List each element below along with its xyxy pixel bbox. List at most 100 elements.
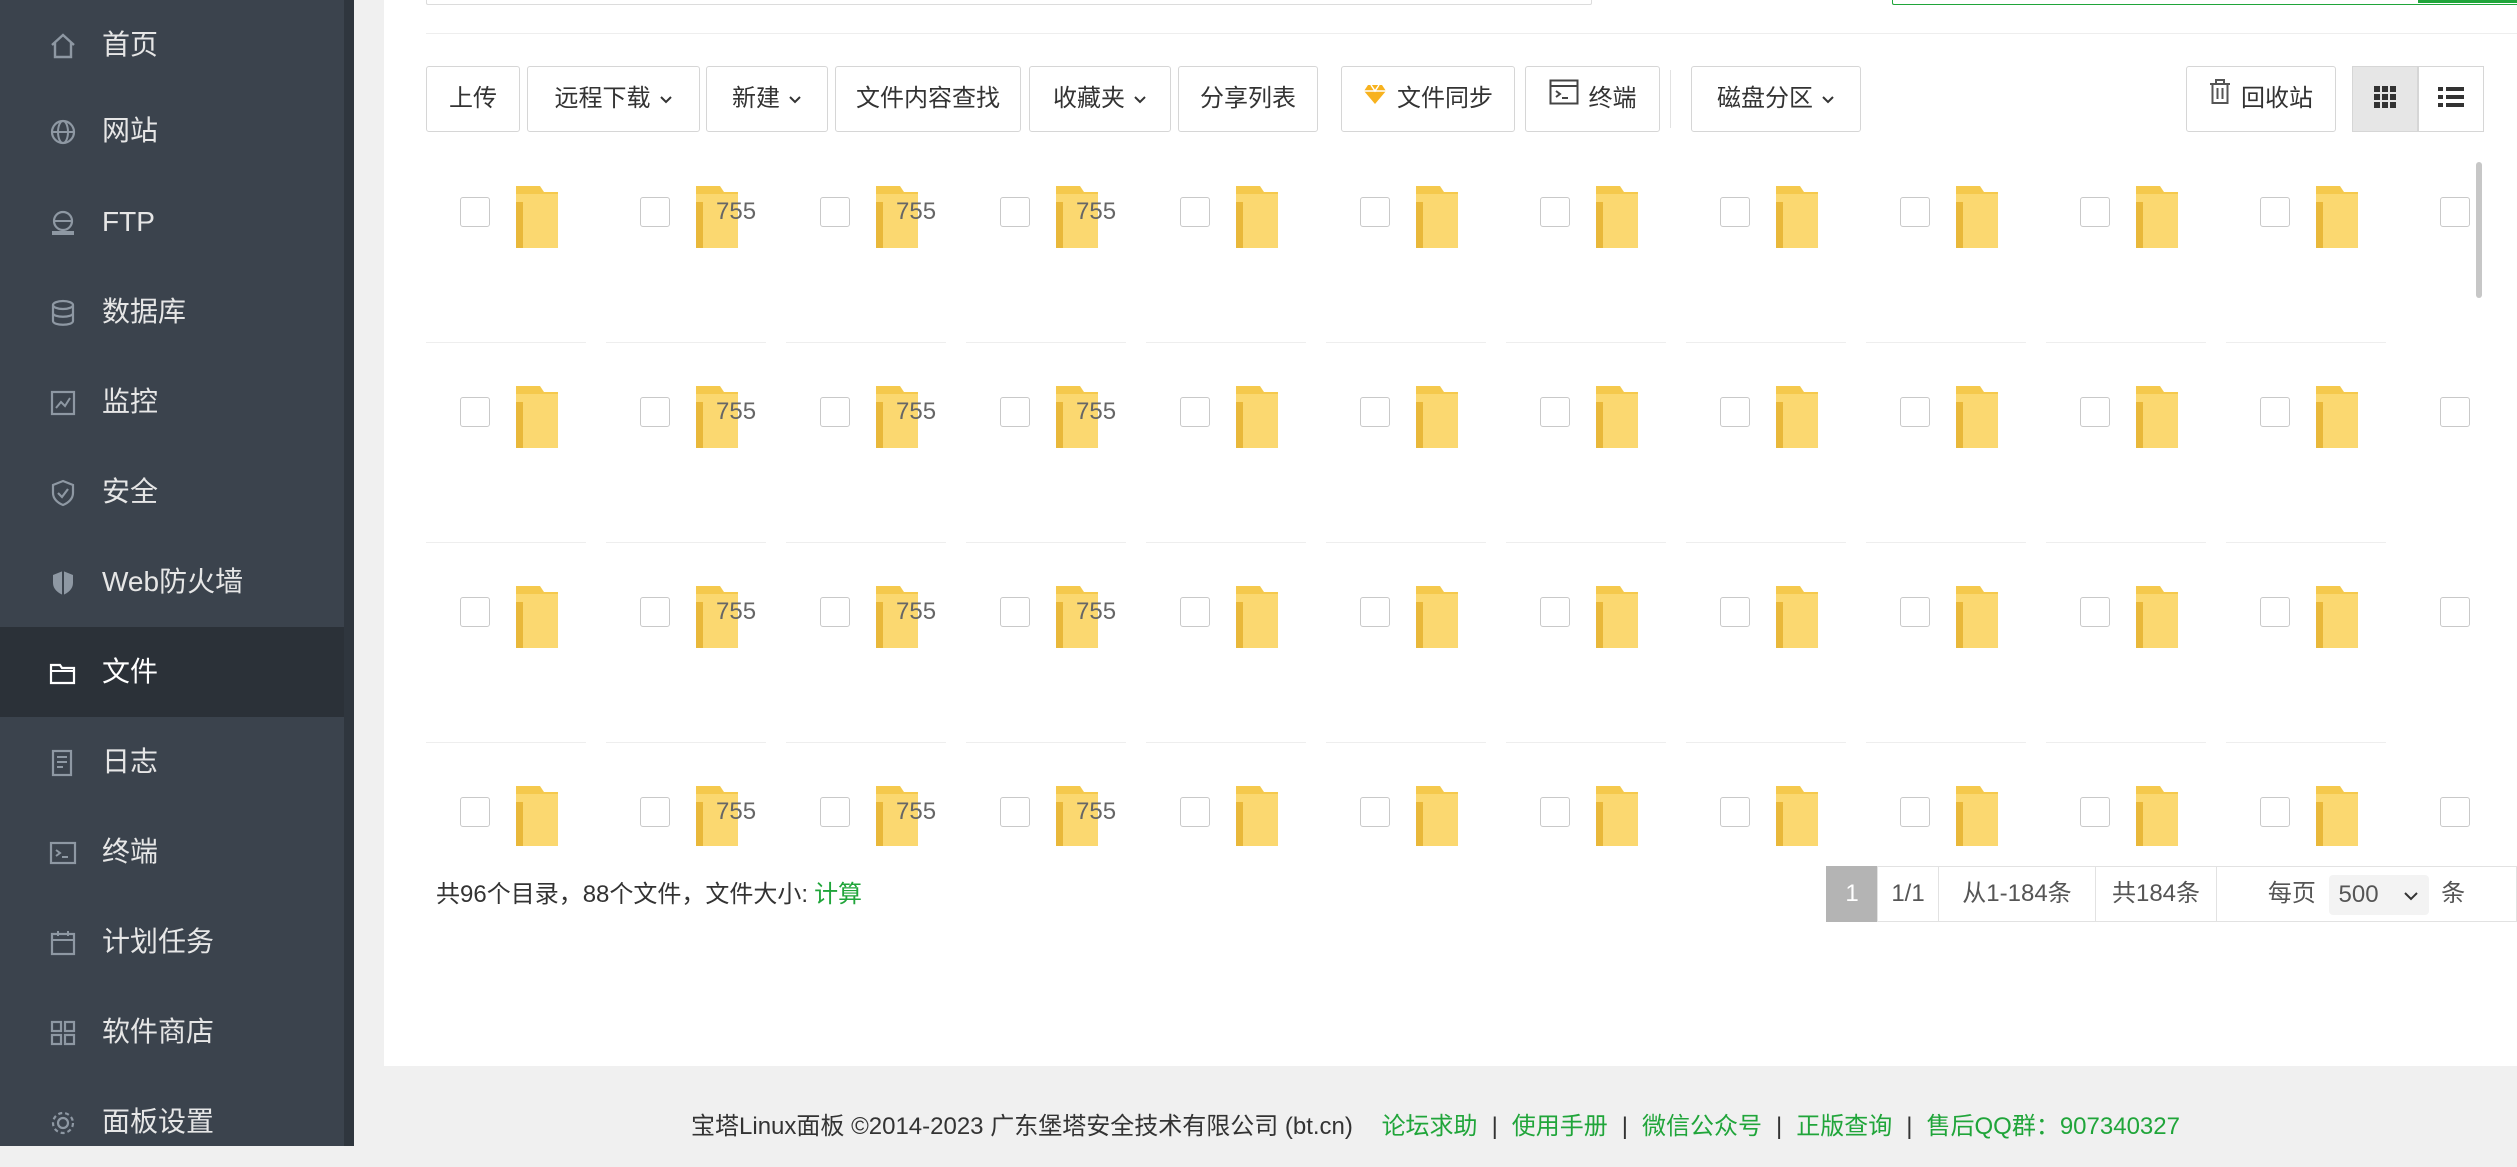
folder-icon[interactable]	[1774, 782, 1820, 846]
file-checkbox[interactable]	[640, 797, 670, 827]
file-item[interactable]	[1506, 362, 1686, 562]
file-checkbox[interactable]	[820, 397, 850, 427]
disk-partition-button[interactable]: 磁盘分区	[1691, 66, 1861, 132]
file-checkbox[interactable]	[2440, 197, 2470, 227]
file-item[interactable]	[1146, 362, 1326, 562]
folder-icon[interactable]	[514, 182, 560, 250]
file-checkbox[interactable]	[460, 797, 490, 827]
file-checkbox[interactable]	[1180, 397, 1210, 427]
file-item[interactable]	[2226, 562, 2406, 762]
file-item[interactable]	[2046, 162, 2226, 362]
file-item[interactable]	[1686, 562, 1866, 762]
file-item[interactable]	[1866, 562, 2046, 762]
sidebar-item-ftp[interactable]: FTP	[0, 177, 344, 267]
file-checkbox[interactable]	[1180, 197, 1210, 227]
remote-download-button[interactable]: 远程下载	[527, 66, 700, 132]
sidebar-item-settings[interactable]: 面板设置	[0, 1077, 344, 1167]
file-item[interactable]: 755	[966, 562, 1146, 762]
folder-icon[interactable]	[1774, 382, 1820, 450]
sidebar-item-files[interactable]: 文件	[0, 627, 344, 717]
file-item[interactable]	[1326, 162, 1506, 362]
folder-icon[interactable]	[1774, 182, 1820, 250]
file-checkbox[interactable]	[820, 597, 850, 627]
file-checkbox[interactable]	[820, 197, 850, 227]
file-item[interactable]	[1146, 762, 1326, 846]
forum-link[interactable]: 论坛求助	[1382, 1113, 1478, 1140]
file-checkbox[interactable]	[1000, 797, 1030, 827]
file-checkbox[interactable]	[2260, 197, 2290, 227]
search-button[interactable]	[2418, 0, 2517, 3]
folder-icon[interactable]	[2134, 582, 2180, 650]
file-checkbox[interactable]	[460, 597, 490, 627]
file-item[interactable]	[2226, 362, 2406, 562]
file-item[interactable]	[1686, 362, 1866, 562]
file-item[interactable]	[1686, 162, 1866, 362]
grid-scrollbar[interactable]	[2476, 162, 2482, 298]
file-item[interactable]	[426, 362, 606, 562]
file-checkbox[interactable]	[2080, 597, 2110, 627]
sidebar-item-security[interactable]: 安全	[0, 447, 344, 537]
favorites-button[interactable]: 收藏夹	[1029, 66, 1171, 132]
file-item[interactable]: 755	[966, 762, 1146, 846]
file-checkbox[interactable]	[1720, 797, 1750, 827]
file-item[interactable]	[2046, 362, 2226, 562]
sidebar-item-database[interactable]: 数据库	[0, 267, 344, 357]
file-checkbox[interactable]	[460, 397, 490, 427]
file-item[interactable]	[426, 762, 606, 846]
file-checkbox[interactable]	[1900, 597, 1930, 627]
file-checkbox[interactable]	[1180, 797, 1210, 827]
file-checkbox[interactable]	[1900, 197, 1930, 227]
recycle-bin-button[interactable]: 回收站	[2186, 66, 2336, 132]
file-item[interactable]: 755	[786, 562, 966, 762]
file-item[interactable]	[1506, 162, 1686, 362]
file-checkbox[interactable]	[1180, 597, 1210, 627]
folder-icon[interactable]	[1414, 182, 1460, 250]
file-checkbox[interactable]	[820, 797, 850, 827]
file-checkbox[interactable]	[1360, 797, 1390, 827]
file-checkbox[interactable]	[2080, 797, 2110, 827]
wechat-link[interactable]: 微信公众号	[1642, 1113, 1762, 1140]
file-checkbox[interactable]	[640, 597, 670, 627]
list-view-button[interactable]	[2418, 66, 2484, 132]
manual-link[interactable]: 使用手册	[1512, 1113, 1608, 1140]
file-checkbox[interactable]	[1360, 597, 1390, 627]
folder-icon[interactable]	[1234, 382, 1280, 450]
file-item[interactable]: 755	[786, 162, 966, 362]
folder-icon[interactable]	[1954, 582, 2000, 650]
file-item[interactable]	[2046, 762, 2226, 846]
file-checkbox[interactable]	[2260, 597, 2290, 627]
file-checkbox[interactable]	[2440, 597, 2470, 627]
file-checkbox[interactable]	[2440, 797, 2470, 827]
file-checkbox[interactable]	[1360, 397, 1390, 427]
folder-icon[interactable]	[2314, 582, 2360, 650]
file-checkbox[interactable]	[1000, 597, 1030, 627]
file-checkbox[interactable]	[1720, 597, 1750, 627]
folder-icon[interactable]	[1954, 382, 2000, 450]
sidebar-scrollbar[interactable]	[344, 0, 354, 1146]
folder-icon[interactable]	[1234, 182, 1280, 250]
path-input[interactable]	[426, 0, 1592, 5]
folder-icon[interactable]	[514, 582, 560, 650]
folder-icon[interactable]	[1594, 182, 1640, 250]
file-item[interactable]	[1686, 762, 1866, 846]
file-checkbox[interactable]	[1540, 197, 1570, 227]
terminal-button[interactable]: 终端	[1525, 66, 1660, 132]
file-checkbox[interactable]	[1720, 197, 1750, 227]
folder-icon[interactable]	[1594, 582, 1640, 650]
file-item[interactable]: 755	[606, 562, 786, 762]
folder-icon[interactable]	[1414, 582, 1460, 650]
folder-icon[interactable]	[2314, 782, 2360, 846]
file-item[interactable]	[1506, 562, 1686, 762]
file-item[interactable]	[2226, 762, 2406, 846]
folder-icon[interactable]	[1774, 582, 1820, 650]
file-checkbox[interactable]	[2440, 397, 2470, 427]
folder-icon[interactable]	[1594, 382, 1640, 450]
file-item[interactable]: 755	[786, 762, 966, 846]
file-item[interactable]	[1506, 762, 1686, 846]
folder-icon[interactable]	[1954, 182, 2000, 250]
page-current[interactable]: 1	[1826, 866, 1878, 922]
folder-icon[interactable]	[1414, 382, 1460, 450]
folder-icon[interactable]	[2314, 382, 2360, 450]
calculate-size-link[interactable]: 计算	[814, 881, 862, 908]
file-checkbox[interactable]	[640, 397, 670, 427]
